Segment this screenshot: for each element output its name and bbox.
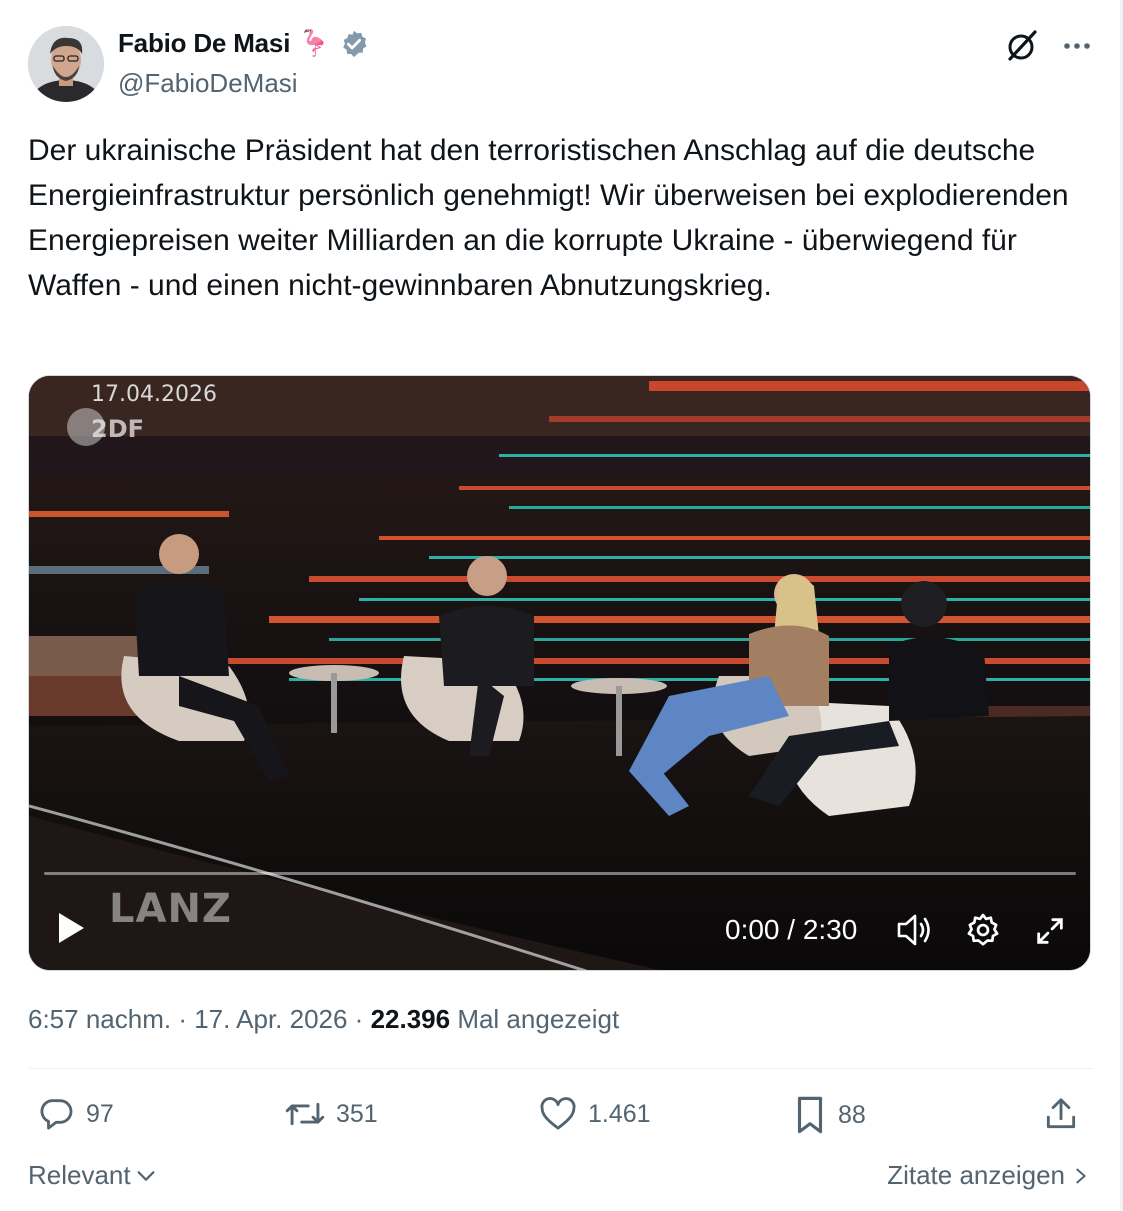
meta-separator: · xyxy=(171,1004,195,1034)
repost-icon xyxy=(285,1102,325,1126)
flamingo-emoji: 🦩 xyxy=(298,28,331,58)
action-bar: 97 351 1.461 88 xyxy=(28,1094,1093,1138)
video-progress-bar[interactable] xyxy=(44,872,1076,875)
grok-icon[interactable] xyxy=(1004,28,1040,64)
channel-logo: 2DF xyxy=(65,406,157,453)
more-icon[interactable] xyxy=(1062,41,1092,51)
tweet-text: Der ukrainische Präsident hat den terror… xyxy=(28,134,1077,302)
header-actions xyxy=(1004,28,1092,64)
verified-badge-icon[interactable] xyxy=(339,29,369,59)
meta-separator: · xyxy=(347,1004,371,1034)
view-count[interactable]: 22.396 xyxy=(371,1004,451,1034)
chevron-right-icon xyxy=(1076,1168,1086,1183)
reply-button[interactable]: 97 xyxy=(36,1094,114,1134)
tweet-meta: 6:57 nachm. · 17. Apr. 2026 · 22.396 Mal… xyxy=(28,1004,619,1035)
fullscreen-icon[interactable] xyxy=(1033,914,1067,948)
reply-count: 97 xyxy=(86,1099,114,1128)
reply-icon xyxy=(40,1099,73,1130)
repost-count: 351 xyxy=(336,1099,378,1128)
show-quotes-link[interactable]: Zitate anzeigen xyxy=(887,1160,1089,1191)
chevron-down-icon xyxy=(137,1170,155,1181)
tweet-header: Fabio De Masi 🦩 @FabioDeMasi xyxy=(28,26,1092,102)
name-row: Fabio De Masi 🦩 xyxy=(118,28,369,59)
bookmark-count: 88 xyxy=(838,1100,866,1129)
tweet-date[interactable]: 17. Apr. 2026 xyxy=(194,1004,347,1034)
view-count-label: Mal angezeigt xyxy=(450,1004,620,1034)
channel-logo-text: 2DF xyxy=(91,415,144,443)
bookmark-button[interactable]: 88 xyxy=(792,1094,866,1136)
like-button[interactable]: 1.461 xyxy=(538,1094,651,1134)
display-name[interactable]: Fabio De Masi xyxy=(118,28,290,59)
video-date-overlay: 17.04.2026 xyxy=(91,382,217,407)
sort-replies-dropdown[interactable]: Relevant xyxy=(28,1160,157,1191)
sort-label: Relevant xyxy=(28,1160,131,1190)
video-player[interactable]: 17.04.2026 2DF LANZ 0:00 / 2:30 xyxy=(28,375,1091,971)
like-count: 1.461 xyxy=(588,1099,651,1128)
avatar[interactable] xyxy=(28,26,104,102)
show-name-overlay: LANZ xyxy=(109,886,232,932)
video-time: 0:00 / 2:30 xyxy=(725,914,858,945)
share-icon xyxy=(1046,1098,1076,1129)
bookmark-icon xyxy=(797,1096,823,1134)
tweet-time[interactable]: 6:57 nachm. xyxy=(28,1004,171,1034)
handle[interactable]: @FabioDeMasi xyxy=(118,68,298,99)
share-button[interactable] xyxy=(1042,1094,1080,1134)
repost-button[interactable]: 351 xyxy=(284,1094,378,1134)
like-icon xyxy=(540,1097,576,1130)
quotes-label: Zitate anzeigen xyxy=(887,1160,1065,1190)
volume-icon[interactable] xyxy=(895,912,933,948)
divider xyxy=(28,1068,1093,1069)
settings-icon[interactable] xyxy=(965,912,1001,948)
play-icon[interactable] xyxy=(55,910,87,946)
tweet-detail: Fabio De Masi 🦩 @FabioDeMasi Der ukraini… xyxy=(0,0,1123,1211)
video-frame xyxy=(29,376,1090,970)
